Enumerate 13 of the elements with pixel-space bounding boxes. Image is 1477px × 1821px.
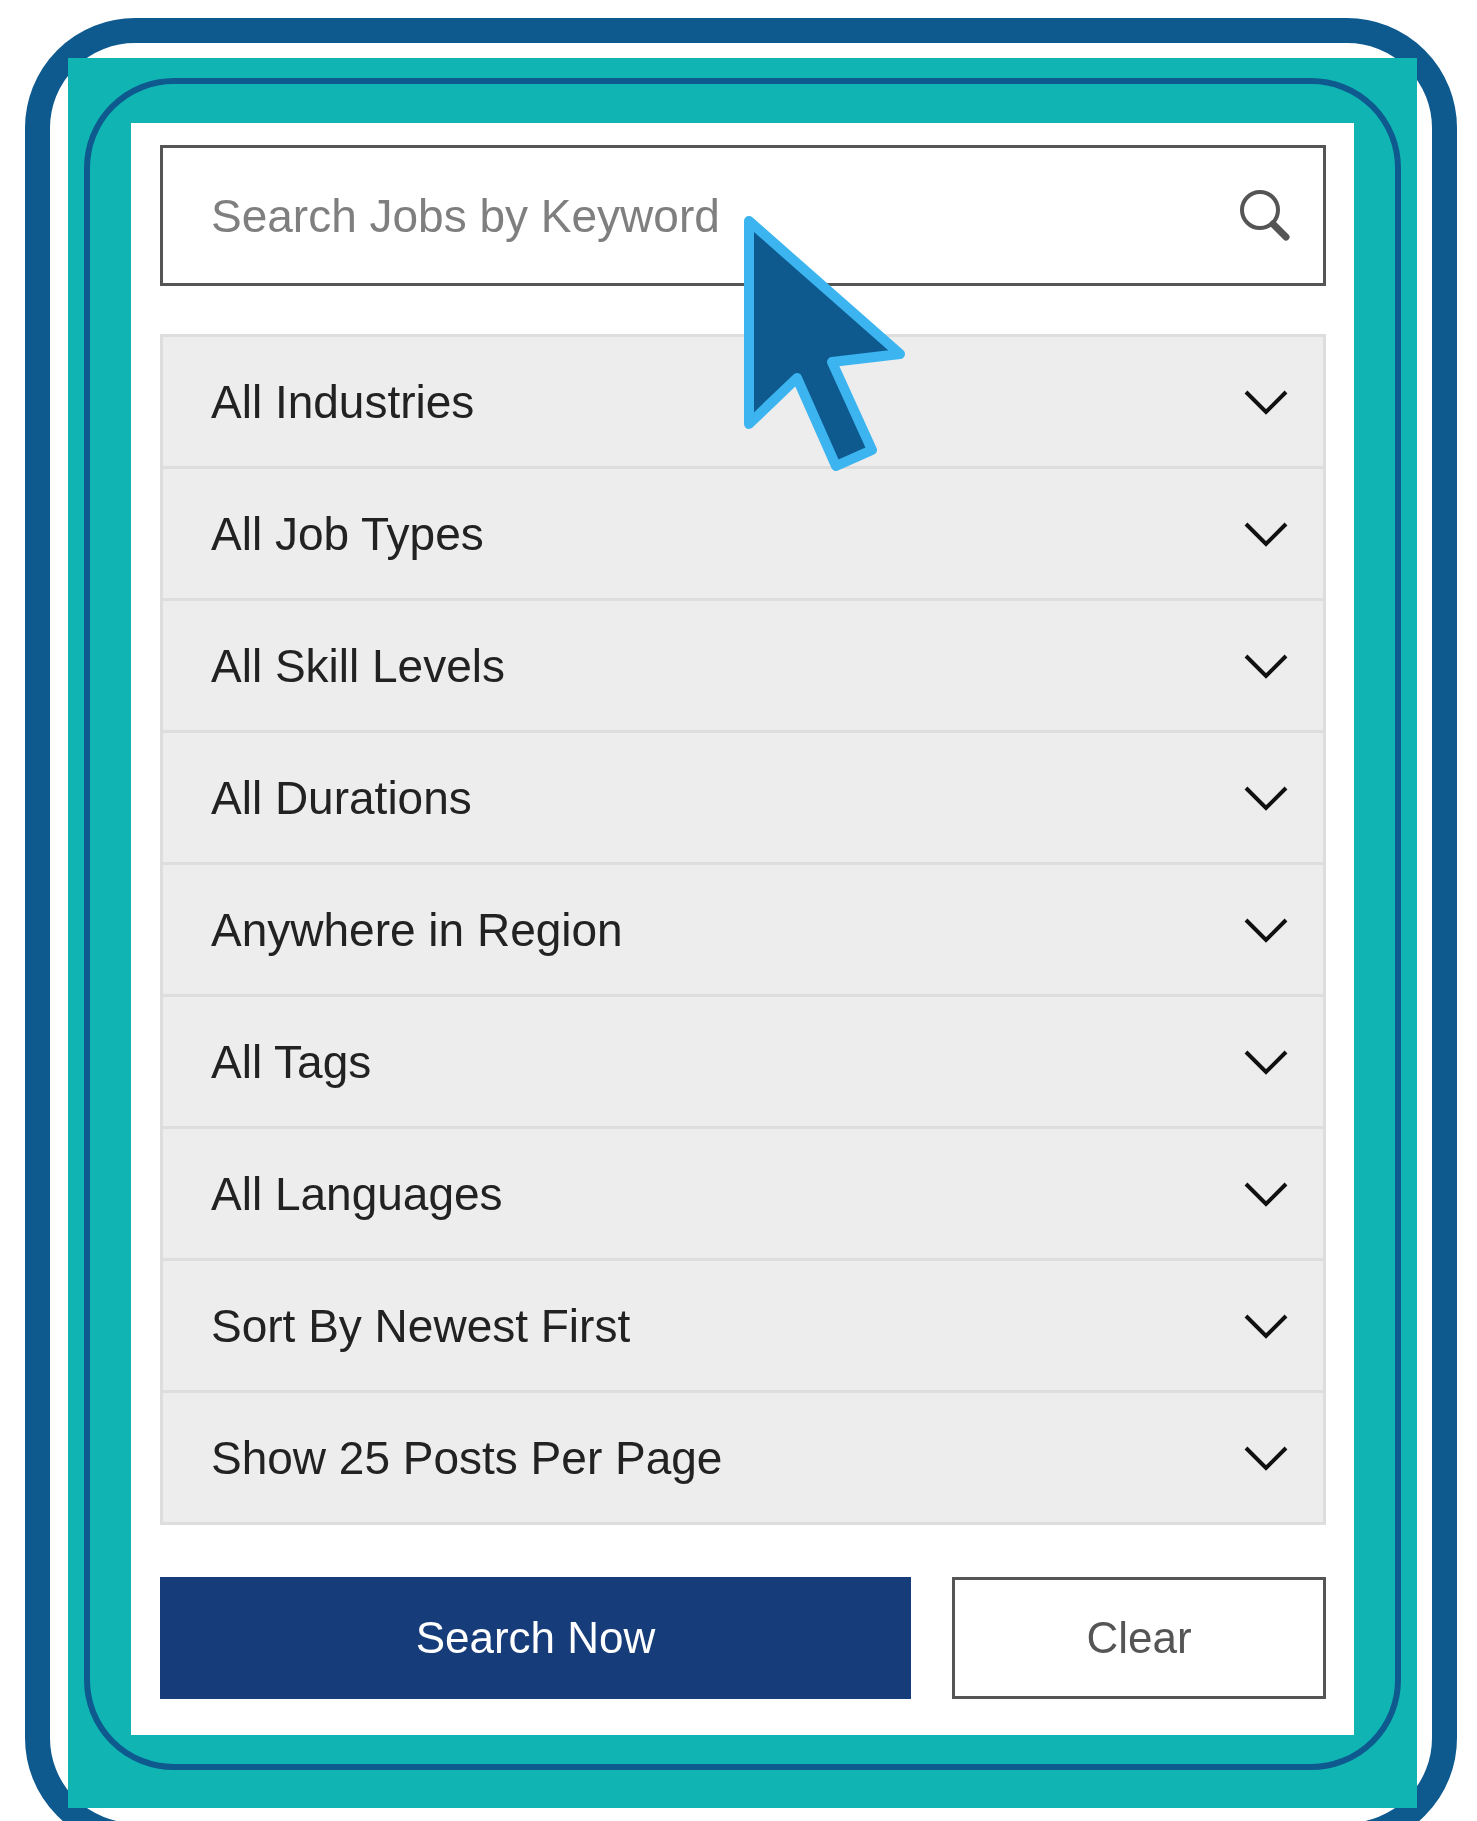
filter-dropdown[interactable]: Show 25 Posts Per Page: [163, 1393, 1323, 1525]
search-button[interactable]: Search Now: [160, 1577, 911, 1699]
filter-dropdown[interactable]: All Skill Levels: [163, 601, 1323, 733]
search-field[interactable]: Search Jobs by Keyword: [160, 145, 1326, 286]
filter-dropdown[interactable]: All Durations: [163, 733, 1323, 865]
filter-dropdown[interactable]: All Languages: [163, 1129, 1323, 1261]
filter-dropdown[interactable]: All Job Types: [163, 469, 1323, 601]
filter-dropdown[interactable]: All Industries: [163, 337, 1323, 469]
filter-dropdown[interactable]: All Tags: [163, 997, 1323, 1129]
clear-button[interactable]: Clear: [952, 1577, 1326, 1699]
filter-dropdown[interactable]: Anywhere in Region: [163, 865, 1323, 997]
search-icon[interactable]: [1238, 188, 1292, 244]
filter-dropdown[interactable]: Sort By Newest First: [163, 1261, 1323, 1393]
